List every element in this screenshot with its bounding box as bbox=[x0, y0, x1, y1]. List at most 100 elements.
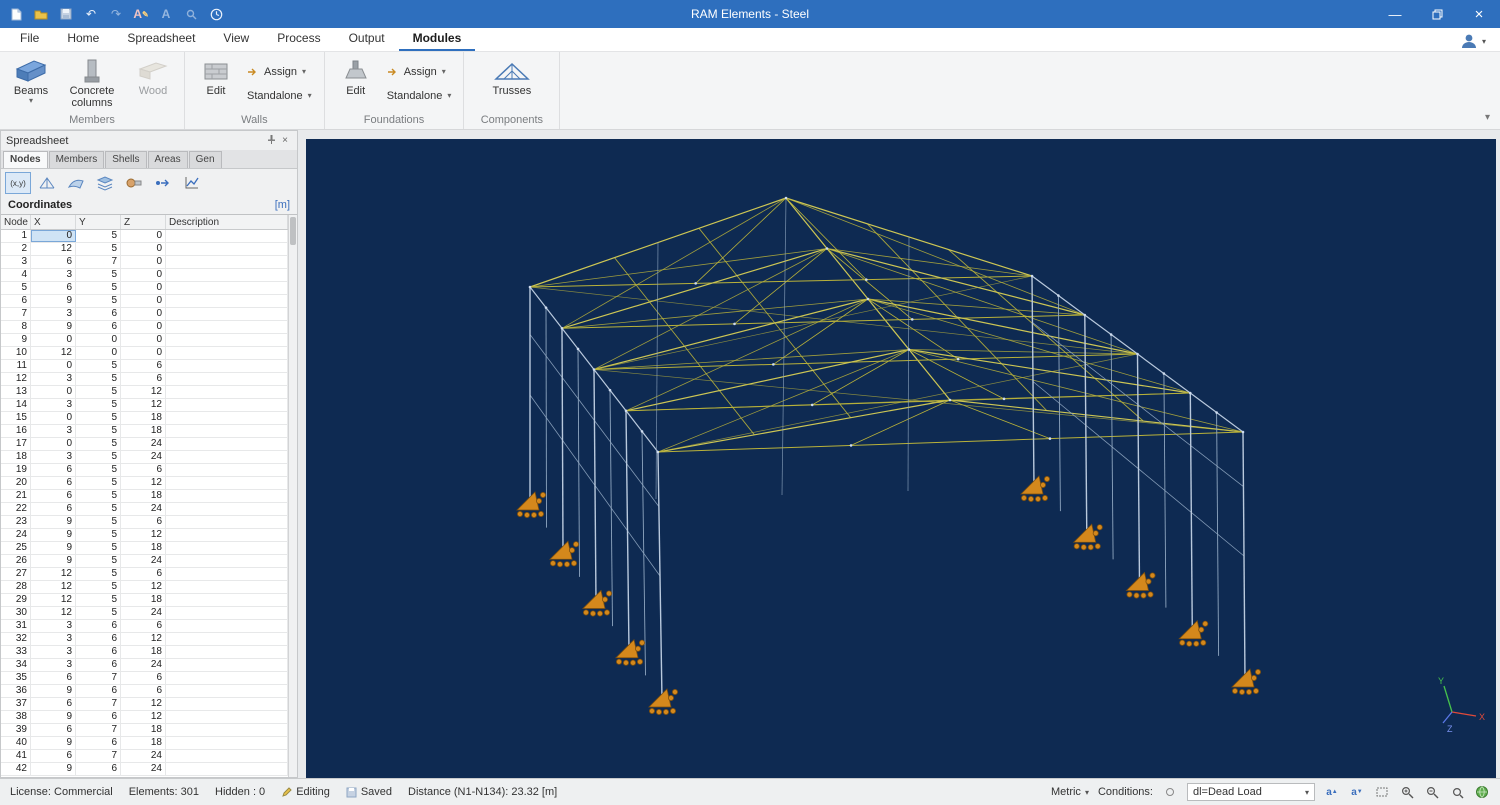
row-number-cell[interactable]: 21 bbox=[1, 490, 31, 502]
table-cell[interactable] bbox=[166, 529, 288, 541]
row-number-cell[interactable]: 28 bbox=[1, 581, 31, 593]
table-cell[interactable]: 7 bbox=[76, 256, 121, 268]
table-cell[interactable]: 5 bbox=[76, 503, 121, 515]
table-cell[interactable] bbox=[166, 646, 288, 658]
row-number-cell[interactable]: 8 bbox=[1, 321, 31, 333]
table-cell[interactable]: 3 bbox=[31, 646, 76, 658]
table-cell[interactable]: 24 bbox=[121, 438, 166, 450]
row-number-cell[interactable]: 5 bbox=[1, 282, 31, 294]
table-cell[interactable] bbox=[166, 230, 288, 242]
table-cell[interactable]: 0 bbox=[31, 230, 76, 242]
table-cell[interactable]: 6 bbox=[31, 256, 76, 268]
table-cell[interactable] bbox=[166, 243, 288, 255]
table-cell[interactable]: 9 bbox=[31, 711, 76, 723]
table-cell[interactable]: 18 bbox=[121, 490, 166, 502]
table-cell[interactable] bbox=[166, 763, 288, 775]
table-cell[interactable]: 12 bbox=[121, 698, 166, 710]
table-cell[interactable] bbox=[166, 555, 288, 567]
font-tool-icon[interactable]: A bbox=[158, 6, 174, 22]
chart-tool-icon[interactable] bbox=[179, 172, 205, 194]
zoom-out-icon[interactable] bbox=[1424, 784, 1440, 800]
close-panel-icon[interactable]: × bbox=[278, 135, 292, 146]
table-cell[interactable]: 6 bbox=[31, 503, 76, 515]
close-button[interactable]: × bbox=[1458, 0, 1500, 28]
table-cell[interactable] bbox=[166, 412, 288, 424]
walls-standalone-button[interactable]: Standalone ▾ bbox=[247, 90, 312, 102]
table-cell[interactable]: 5 bbox=[76, 386, 121, 398]
table-cell[interactable]: 6 bbox=[76, 620, 121, 632]
table-cell[interactable]: 0 bbox=[31, 438, 76, 450]
zoom-window-icon[interactable] bbox=[1374, 784, 1390, 800]
table-cell[interactable] bbox=[166, 750, 288, 762]
table-cell[interactable] bbox=[166, 464, 288, 476]
table-cell[interactable]: 0 bbox=[121, 295, 166, 307]
table-cell[interactable]: 5 bbox=[76, 412, 121, 424]
row-number-cell[interactable]: 15 bbox=[1, 412, 31, 424]
table-cell[interactable]: 6 bbox=[121, 464, 166, 476]
table-cell[interactable]: 24 bbox=[121, 503, 166, 515]
table-cell[interactable] bbox=[166, 373, 288, 385]
table-cell[interactable]: 6 bbox=[76, 685, 121, 697]
table-cell[interactable]: 6 bbox=[31, 477, 76, 489]
condition-dropdown[interactable]: dl=Dead Load ▾ bbox=[1187, 783, 1315, 801]
table-cell[interactable] bbox=[166, 490, 288, 502]
walls-assign-button[interactable]: Assign ▾ bbox=[247, 66, 312, 78]
table-cell[interactable]: 5 bbox=[76, 568, 121, 580]
row-number-cell[interactable]: 38 bbox=[1, 711, 31, 723]
table-cell[interactable] bbox=[166, 451, 288, 463]
row-number-cell[interactable]: 32 bbox=[1, 633, 31, 645]
row-number-cell[interactable]: 22 bbox=[1, 503, 31, 515]
table-cell[interactable]: 5 bbox=[76, 295, 121, 307]
table-cell[interactable] bbox=[166, 347, 288, 359]
table-cell[interactable]: 12 bbox=[121, 386, 166, 398]
menu-tab-modules[interactable]: Modules bbox=[398, 27, 476, 51]
column-header-y[interactable]: Y bbox=[76, 215, 121, 229]
table-cell[interactable]: 9 bbox=[31, 516, 76, 528]
table-cell[interactable] bbox=[166, 360, 288, 372]
spreadsheet-tab-members[interactable]: Members bbox=[48, 151, 105, 168]
move-node-icon[interactable] bbox=[150, 172, 176, 194]
table-cell[interactable] bbox=[166, 594, 288, 606]
table-cell[interactable]: 3 bbox=[31, 373, 76, 385]
annotate-icon[interactable]: A ✎ bbox=[133, 6, 149, 22]
table-cell[interactable]: 5 bbox=[76, 490, 121, 502]
menu-tab-spreadsheet[interactable]: Spreadsheet bbox=[113, 27, 209, 51]
table-cell[interactable]: 3 bbox=[31, 659, 76, 671]
table-cell[interactable]: 5 bbox=[76, 399, 121, 411]
table-cell[interactable]: 0 bbox=[31, 334, 76, 346]
table-cell[interactable]: 0 bbox=[121, 347, 166, 359]
table-cell[interactable] bbox=[166, 477, 288, 489]
table-cell[interactable] bbox=[166, 256, 288, 268]
table-cell[interactable]: 0 bbox=[31, 360, 76, 372]
table-cell[interactable]: 6 bbox=[31, 672, 76, 684]
table-cell[interactable]: 6 bbox=[121, 360, 166, 372]
table-cell[interactable]: 9 bbox=[31, 763, 76, 775]
table-cell[interactable] bbox=[166, 724, 288, 736]
table-cell[interactable] bbox=[166, 503, 288, 515]
table-cell[interactable]: 3 bbox=[31, 620, 76, 632]
table-cell[interactable] bbox=[166, 386, 288, 398]
table-cell[interactable]: 18 bbox=[121, 594, 166, 606]
table-cell[interactable]: 18 bbox=[121, 425, 166, 437]
coordinate-input-button[interactable]: (x,y) bbox=[5, 172, 31, 194]
table-cell[interactable]: 6 bbox=[76, 737, 121, 749]
table-cell[interactable]: 3 bbox=[31, 308, 76, 320]
menu-tab-output[interactable]: Output bbox=[335, 27, 399, 51]
units-selector[interactable]: Metric ▾ bbox=[1051, 786, 1089, 798]
table-cell[interactable] bbox=[166, 334, 288, 346]
row-number-cell[interactable]: 25 bbox=[1, 542, 31, 554]
table-cell[interactable] bbox=[166, 399, 288, 411]
menu-tab-file[interactable]: File bbox=[6, 27, 53, 51]
table-cell[interactable]: 12 bbox=[121, 399, 166, 411]
new-document-icon[interactable] bbox=[8, 6, 24, 22]
units-link[interactable]: [m] bbox=[275, 199, 290, 211]
section-tool-icon[interactable] bbox=[121, 172, 147, 194]
table-cell[interactable]: 24 bbox=[121, 750, 166, 762]
layers-icon[interactable] bbox=[92, 172, 118, 194]
table-cell[interactable] bbox=[166, 633, 288, 645]
table-cell[interactable]: 6 bbox=[31, 490, 76, 502]
table-cell[interactable]: 6 bbox=[31, 464, 76, 476]
table-cell[interactable]: 12 bbox=[121, 581, 166, 593]
table-cell[interactable]: 0 bbox=[121, 334, 166, 346]
foundations-edit-button[interactable]: Edit bbox=[333, 55, 379, 113]
